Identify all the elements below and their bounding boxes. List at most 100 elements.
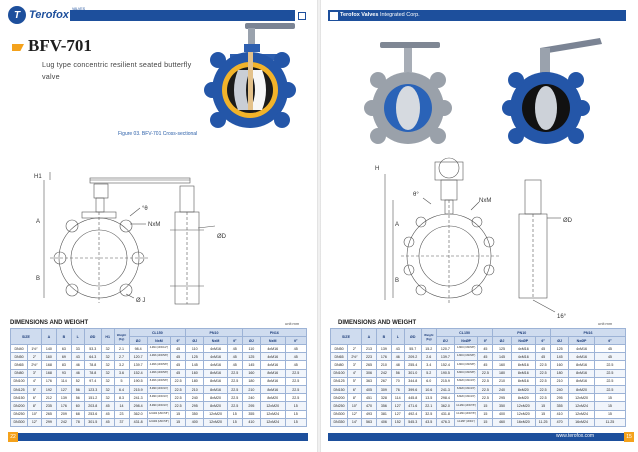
table-cell: 4xM16 (510, 343, 537, 354)
sub-header-cell: NxØP (510, 336, 537, 345)
table-cell: 70 (390, 376, 405, 386)
col-header-l: L (390, 328, 405, 345)
table-cell: 12-M24 (UNC7/8") (146, 409, 172, 419)
dim-r-label-b: B (395, 278, 399, 284)
table-cell: 451 (360, 393, 377, 403)
dim-r-label-angle: θ° (413, 192, 419, 198)
table-cell: 12xM20 (510, 401, 537, 411)
section-title-right: DIMENSIONS AND WEIGHT (338, 320, 417, 326)
table-cell: 4xM16 (203, 360, 228, 370)
table-cell: 22.5 (535, 368, 552, 378)
table-body-right: DN50 2" 213 139 43 55.7 15.2 120.7 4-M16 (UNC5/8… (329, 343, 627, 427)
table-cell: 120.7 (435, 343, 455, 354)
table-cell: 470 (360, 401, 377, 411)
table-cell: 93 (55, 368, 72, 378)
table-row: DN250 10" 470 356 127 471.6 22.1 362.0 12-M24 (U… (329, 401, 627, 411)
table-cell: 12xM24 (568, 409, 595, 419)
table-cell: 242 (55, 417, 72, 427)
table-cell: 4xM16 (568, 352, 595, 362)
col-header-pn10: PN10 (492, 328, 552, 337)
left-page: T Terofox VALVES BFV-701 Lug type concen… (0, 0, 318, 452)
sub-header-cell: NxM (203, 336, 228, 345)
sub-header-cell: ØJ (241, 336, 261, 345)
table-cell: 2" (27, 352, 42, 362)
dim-label-oj: Ø J (136, 298, 145, 304)
header-company: Terofox Valves Integrated Corp. (340, 11, 420, 20)
table-cell: 12-M24 (UNC7/8") (146, 417, 172, 427)
table-cell: 8-M20 (UNC3/4") (453, 376, 479, 386)
table-row: DN300 12" 299 242 78 301.5 45 37 431.8 12-M24 (UN… (9, 417, 307, 427)
table-cell: DN300 (329, 409, 349, 419)
dim-r-label-od: ØD (563, 218, 573, 224)
sub-header-cell: NxM (259, 336, 286, 345)
table-cell: 43 (70, 352, 85, 362)
table-cell: 37 (113, 417, 130, 427)
table-cell: 8xM16 (203, 368, 228, 378)
dim-label-nxm: NxM (148, 222, 160, 228)
table-cell: 22.5 (593, 360, 627, 370)
table-cell: 4xM16 (203, 352, 228, 362)
technical-drawing-right: H θ° NxM ØD A B 16° (375, 157, 573, 320)
sub-header-cell: NxØP (453, 336, 479, 345)
sub-header-cell: NxØP (568, 336, 595, 345)
table-cell: 15.2 (420, 343, 437, 354)
dim-r-label-nxm: NxM (479, 198, 491, 204)
leader-od (197, 225, 216, 229)
table-cell: DN80 (329, 360, 349, 370)
table-cell: 152.4 (435, 360, 455, 370)
table-cell: 215.9 (128, 384, 148, 395)
drawing-neck (95, 197, 105, 213)
dimensions-table-right: SIZE A B L ØD Weight (Kg) CL150 PN10 PN1… (329, 328, 627, 427)
table-cell: 13.5 (420, 393, 437, 403)
table-cell: 180 (492, 368, 512, 378)
logo-mark-icon: T (8, 6, 26, 24)
table-cell: DN100 (9, 376, 29, 386)
sub-header-cell: θ° (535, 336, 552, 345)
table-cell: 15 (535, 409, 552, 419)
sub-header-cell: ØJ (550, 336, 570, 345)
table-cell: 78.8 (83, 368, 102, 378)
table-cell: 8xM16 (510, 368, 537, 378)
table-cell: 110 (185, 343, 205, 354)
table-cell: 63 (55, 343, 72, 354)
table-cell: 8xM20 (259, 393, 286, 403)
table-cell: 350 (185, 409, 205, 419)
gray-valve-stem (404, 48, 412, 72)
sub-header-cell: ØJ (128, 336, 148, 345)
table-cell: 152 (390, 417, 405, 427)
table-cell: 8xM16 (203, 376, 228, 386)
table-cell: 45 (593, 352, 627, 362)
table-cell: 4" (27, 376, 42, 386)
table-cell: 8-M16 (UNC5/8") (146, 376, 172, 386)
table-cell: 32 (100, 368, 115, 378)
table-cell: 45 (170, 352, 187, 362)
col-header-b: B (375, 328, 392, 345)
table-cell: 22.5 (477, 368, 494, 378)
table-cell: 10" (27, 409, 42, 419)
section-title-left: DIMENSIONS AND WEIGHT (10, 320, 89, 326)
table-cell: DN125 (9, 384, 29, 395)
table-cell: 8-M20 (UNC3/4") (146, 384, 172, 395)
table-cell: 253.6 (83, 409, 102, 419)
table-cell: 2½" (27, 360, 42, 370)
table-cell: 8xM16 (510, 360, 537, 370)
table-cell: 46 (70, 368, 85, 378)
table-cell: 60 (70, 401, 85, 411)
table-cell: 12xM24 (568, 401, 595, 411)
table-cell: 22.5 (535, 376, 552, 386)
valve-photo-gray (364, 42, 452, 144)
col-header-od: ØD (403, 328, 422, 345)
table-cell: 22.5 (477, 376, 494, 386)
table-row: DN40 1½" 140 63 33 53.3 32 2.1 98.4 4-M14 (UNC1/2… (9, 343, 307, 354)
table-cell: 22.5 (170, 401, 187, 411)
table-cell: 160 (185, 368, 205, 378)
table-cell: 355 (241, 409, 261, 419)
table-cell: 8xM16 (259, 368, 286, 378)
table-cell: DN100 (329, 368, 349, 378)
table-cell: 22.5 (170, 376, 187, 386)
table-cell: 22.5 (170, 384, 187, 395)
table-cell: 2.6 (420, 352, 437, 362)
table-cell: DN150 (329, 384, 349, 395)
sub-header-cell: θ° (170, 336, 187, 345)
table-row: DN125 5" 363 267 70 344.8 6.0 215.9 8-M20 (UNC3/… (329, 376, 627, 386)
